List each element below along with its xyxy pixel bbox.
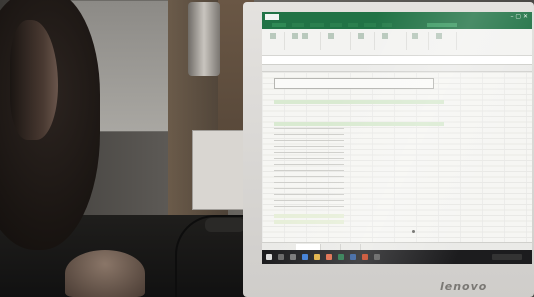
person-hand <box>65 250 145 297</box>
screen-glare <box>262 12 532 264</box>
photo-scene: lenovo – ▢ ✕ <box>0 0 534 297</box>
fire-extinguisher <box>188 2 220 76</box>
monitor-brand-logo: lenovo <box>440 280 488 293</box>
monitor-screen: – ▢ ✕ <box>262 12 532 264</box>
computer-mouse[interactable] <box>205 218 245 232</box>
person-face <box>10 20 58 140</box>
